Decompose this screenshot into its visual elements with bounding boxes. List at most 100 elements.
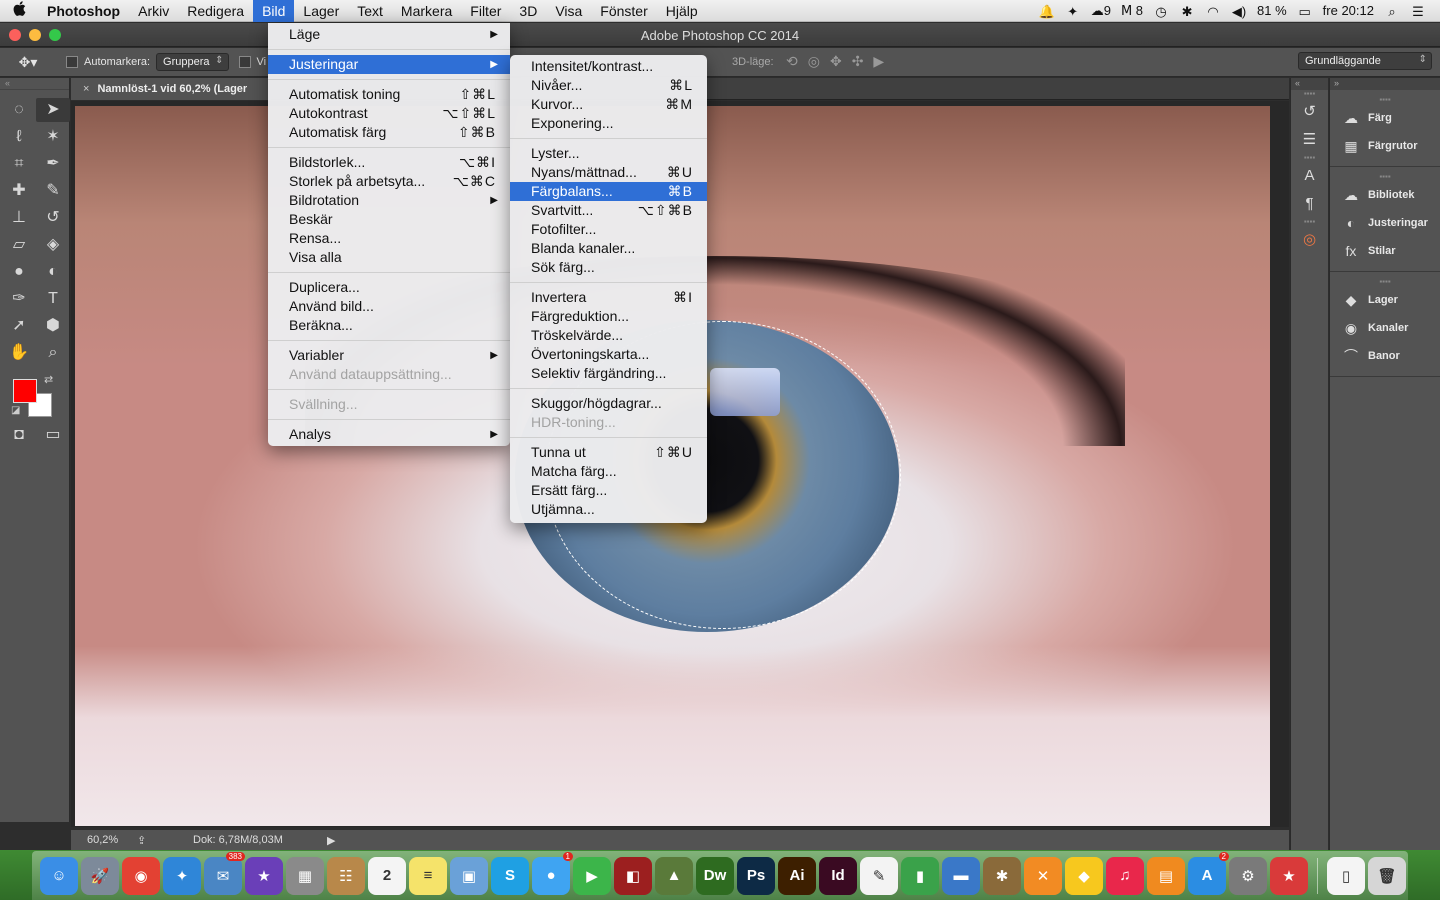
auto-select-checkbox[interactable] bbox=[66, 56, 78, 68]
preview-icon[interactable]: ▣ bbox=[450, 856, 488, 895]
history-brush-tool-icon[interactable]: ↺ bbox=[36, 206, 70, 230]
3d-pan-icon[interactable]: ✥ bbox=[830, 53, 842, 70]
menu-item-visa-alla[interactable]: Visa alla bbox=[268, 248, 510, 267]
blur-tool-icon[interactable]: ● bbox=[2, 260, 36, 284]
crop-tool-icon[interactable]: ⌗ bbox=[2, 152, 36, 176]
zoom-tool-icon[interactable]: ⌕ bbox=[36, 341, 70, 365]
panel-tab-swatches[interactable]: ▦ Färgrutor bbox=[1330, 132, 1440, 160]
menu-redigera[interactable]: Redigera bbox=[178, 0, 253, 22]
panel-tab-color[interactable]: ☁ Färg bbox=[1330, 104, 1440, 132]
menu-3d[interactable]: 3D bbox=[510, 0, 546, 22]
menu-item-autokontrast[interactable]: Autokontrast ⌥⇧⌘L bbox=[268, 104, 510, 123]
finder-icon[interactable]: ☺ bbox=[40, 856, 78, 895]
history-panel-icon[interactable]: ↺ bbox=[1291, 98, 1328, 126]
menu-item-invertera[interactable]: Invertera ⌘I bbox=[510, 288, 707, 307]
photo-booth-icon[interactable]: ◧ bbox=[614, 856, 652, 895]
messages-icon[interactable]: ● 1 bbox=[532, 851, 573, 895]
menu-item-intensitet-kontrast[interactable]: Intensitet/kontrast... bbox=[510, 57, 707, 76]
spotlight-icon[interactable]: ⌕ bbox=[1384, 4, 1400, 19]
xcode-icon[interactable]: ✕ bbox=[1024, 856, 1062, 895]
panel-tab-layers[interactable]: ◆ Lager bbox=[1330, 286, 1440, 314]
menu-item-sok-farg[interactable]: Sök färg... bbox=[510, 258, 707, 277]
system-preferences-icon[interactable]: ⚙ bbox=[1229, 856, 1267, 895]
menu-item-fotofilter[interactable]: Fotofilter... bbox=[510, 220, 707, 239]
menu-item-lage[interactable]: Läge ▶ bbox=[268, 25, 510, 44]
auto-select-dropdown[interactable]: Gruppera bbox=[156, 53, 229, 71]
menu-item-blanda-kanaler[interactable]: Blanda kanaler... bbox=[510, 239, 707, 258]
magic-wand-tool-icon[interactable]: ✶ bbox=[36, 125, 70, 149]
launchpad-icon[interactable]: 🚀 bbox=[81, 856, 119, 895]
menu-item-utjamna[interactable]: Utjämna... bbox=[510, 500, 707, 519]
numbers-icon[interactable]: ▮ bbox=[901, 856, 939, 895]
ibooks-icon[interactable]: ▤ bbox=[1147, 856, 1185, 895]
clone-stamp-tool-icon[interactable]: ⊥ bbox=[2, 206, 36, 230]
chrome-icon[interactable]: ◉ bbox=[122, 856, 160, 895]
menu-item-lyster[interactable]: Lyster... bbox=[510, 144, 707, 163]
bluetooth-icon[interactable]: ✱ bbox=[1179, 4, 1195, 19]
battery-percent[interactable]: 81 % bbox=[1257, 3, 1287, 18]
illustrator-icon[interactable]: Ai bbox=[778, 856, 816, 895]
shape-tool-icon[interactable]: ⬢ bbox=[36, 314, 70, 338]
menu-item-justeringar[interactable]: Justeringar ▶ bbox=[268, 55, 510, 74]
squirrel-icon[interactable]: ✱ bbox=[983, 856, 1021, 895]
quick-mask-icon[interactable]: ◘ bbox=[2, 423, 36, 447]
menu-item-bildrotation[interactable]: Bildrotation ▶ bbox=[268, 191, 510, 210]
photoshop-icon[interactable]: Ps bbox=[737, 856, 775, 895]
menu-lager[interactable]: Lager bbox=[294, 0, 348, 22]
menu-filter[interactable]: Filter bbox=[461, 0, 510, 22]
menu-item-ersatt-farg[interactable]: Ersätt färg... bbox=[510, 481, 707, 500]
adobe-status[interactable]: Ⅿ 8 bbox=[1121, 3, 1143, 19]
menu-hjalp[interactable]: Hjälp bbox=[657, 0, 707, 22]
paragraph-panel-icon[interactable]: ¶ bbox=[1291, 190, 1328, 218]
menu-item-svartvitt[interactable]: Svartvitt... ⌥⇧⌘B bbox=[510, 201, 707, 220]
menu-item-nyans-mattnad[interactable]: Nyans/mättnad... ⌘U bbox=[510, 163, 707, 182]
time-machine-icon[interactable]: ◷ bbox=[1153, 4, 1169, 19]
menu-item-automatisk-farg[interactable]: Automatisk färg ⇧⌘B bbox=[268, 123, 510, 142]
dodge-tool-icon[interactable]: ◐ bbox=[36, 260, 70, 284]
menu-item-matcha-farg[interactable]: Matcha färg... bbox=[510, 462, 707, 481]
show-transform-checkbox[interactable] bbox=[238, 56, 251, 68]
clock[interactable]: fre 20:12 bbox=[1323, 3, 1374, 18]
menu-item-fargreduktion[interactable]: Färgreduktion... bbox=[510, 307, 707, 326]
healing-brush-tool-icon[interactable]: ✚ bbox=[2, 179, 36, 203]
paint-bucket-tool-icon[interactable]: ◈ bbox=[36, 233, 70, 257]
keynote-icon[interactable]: ▬ bbox=[942, 856, 980, 895]
app-store-icon[interactable]: A2 bbox=[1188, 851, 1229, 895]
status-export-icon[interactable]: ⇪ bbox=[137, 834, 146, 847]
hand-tool-icon[interactable]: ✋ bbox=[2, 341, 36, 365]
cyberduck-icon[interactable]: ◆ bbox=[1065, 856, 1103, 895]
notification-icon[interactable]: 🔔 bbox=[1039, 4, 1055, 19]
swap-colors-icon[interactable]: ⇄ bbox=[44, 373, 53, 386]
dreamweaver-icon[interactable]: Dw bbox=[696, 856, 734, 895]
type-tool-icon[interactable]: T bbox=[36, 287, 70, 311]
brush-tool-icon[interactable]: ✎ bbox=[36, 179, 70, 203]
properties-panel-icon[interactable]: ☰ bbox=[1291, 126, 1328, 154]
menu-fonster[interactable]: Fönster bbox=[591, 0, 656, 22]
menu-item-troskelvarde[interactable]: Tröskelvärde... bbox=[510, 326, 707, 345]
textedit-icon[interactable]: ✎ bbox=[860, 856, 898, 895]
menu-item-storlek-pa-arbetsyta[interactable]: Storlek på arbetsyta... ⌥⌘C bbox=[268, 172, 510, 191]
skype-icon[interactable]: S bbox=[491, 856, 529, 895]
image-capture-icon[interactable]: ▲ bbox=[655, 856, 693, 895]
menu-visa[interactable]: Visa bbox=[546, 0, 591, 22]
character-panel-icon[interactable]: A bbox=[1291, 162, 1328, 190]
safari-icon[interactable]: ✦ bbox=[163, 856, 201, 895]
menu-item-analys[interactable]: Analys ▶ bbox=[268, 425, 510, 444]
marquee-tool-icon[interactable]: ◌ bbox=[2, 98, 36, 122]
eyedropper-tool-icon[interactable]: ✒ bbox=[36, 152, 70, 176]
indesign-icon[interactable]: Id bbox=[819, 856, 857, 895]
menu-item-overtoningskarta[interactable]: Övertoningskarta... bbox=[510, 345, 707, 364]
panel-tab-channels[interactable]: ◉ Kanaler bbox=[1330, 314, 1440, 342]
3d-scale-icon[interactable]: ▶ bbox=[873, 53, 884, 70]
calculator-icon[interactable]: ▦ bbox=[286, 856, 324, 895]
menu-item-nivaer[interactable]: Nivåer... ⌘L bbox=[510, 76, 707, 95]
menu-bild[interactable]: Bild bbox=[253, 0, 295, 22]
document-tab[interactable]: × Namnlöst-1 vid 60,2% (Lager bbox=[71, 78, 271, 100]
menu-text[interactable]: Text bbox=[348, 0, 392, 22]
panel-dock-collapse[interactable]: » bbox=[1330, 78, 1440, 90]
panel-tab-paths[interactable]: ⌒ Banor bbox=[1330, 342, 1440, 370]
default-colors-icon[interactable]: ◪ bbox=[11, 405, 20, 416]
volume-icon[interactable]: ◀) bbox=[1231, 4, 1247, 19]
3d-roll-icon[interactable]: ◎ bbox=[808, 53, 820, 70]
menu-item-berakna[interactable]: Beräkna... bbox=[268, 316, 510, 335]
